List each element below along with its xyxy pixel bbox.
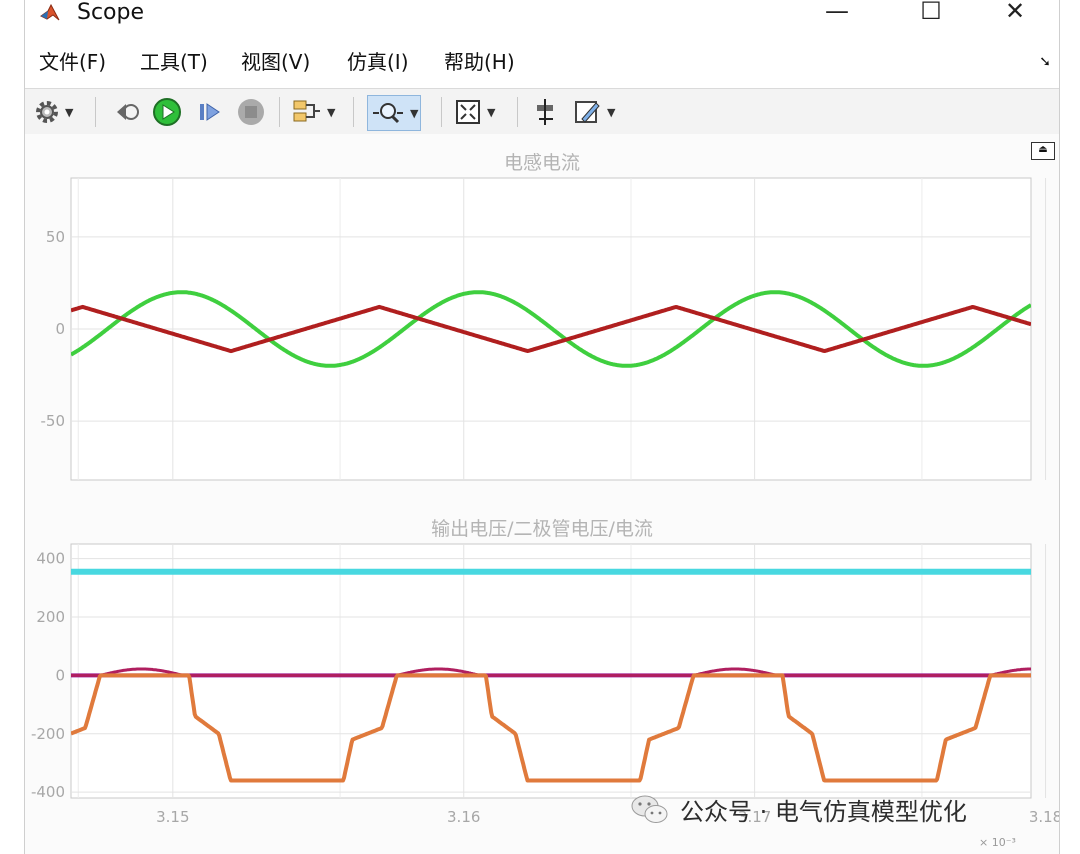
chevron-down-icon[interactable]: ▼ [65,106,73,119]
y-tick-label: -400 [31,783,65,801]
zoom-button[interactable]: ▼ [367,95,422,131]
step-forward-icon [200,103,220,121]
y-tick-label: 400 [36,550,65,568]
toolbar-divider [279,97,280,127]
menu-simulation[interactable]: 仿真(I) [347,50,409,74]
watermark-text: 公众号 · 电气仿真模型优化 [680,798,967,826]
watermark: 公众号 · 电气仿真模型优化 [630,792,967,827]
step-back-icon [117,104,139,120]
settings-button[interactable]: ▼ [33,95,73,129]
chevron-down-icon[interactable]: ▼ [410,107,418,120]
run-button[interactable] [151,95,183,129]
dock-arrow-icon[interactable]: ➘ [1039,54,1051,70]
step-back-button[interactable] [111,95,141,129]
toolbar-divider [353,97,354,127]
zoom-icon [373,103,403,124]
y-tick-label: -200 [31,725,65,743]
stop-button[interactable] [235,95,267,129]
scale-axes-button[interactable]: ▼ [453,95,495,129]
maximize-button[interactable]: ☐ [911,0,951,26]
close-button[interactable]: ✕ [995,0,1035,26]
window-title: Scope [77,0,145,25]
plot-area: ⏏ 电感电流 输出电压/二极管电压/电流 50 0 -50 400 200 0 -200-… [25,134,1059,854]
scope-plots: 500-50 4002000-200-4003.15 3.16 3.17 3.18 [31,177,1059,826]
title-bar: Scope — ☐ ✕ [25,0,1059,30]
signal-tracing-button[interactable]: ▼ [291,95,335,129]
top-axes[interactable]: 50 0 -50 [41,177,1047,481]
chevron-down-icon[interactable]: ▼ [327,106,335,119]
run-icon [153,98,181,126]
y-tick-label: 200 [36,608,65,626]
menu-help[interactable]: 帮助(H) [444,50,515,74]
menu-bar: 文件(F) 工具(T) 视图(V) 仿真(I) 帮助(H) ➘ [25,44,1059,80]
bottom-axes[interactable]: 4002000-200-4003.15 3.16 3.17 3.18 [31,543,1059,826]
y-tick-label: 50 [46,228,65,246]
style-button[interactable]: ▼ [573,95,615,129]
y-tick-label: -50 [41,412,66,430]
menu-file[interactable]: 文件(F) [39,50,106,74]
step-forward-button[interactable] [195,95,225,129]
toolbar-divider [95,97,96,127]
scale-axes-icon [456,100,480,124]
toolbar-divider [517,97,518,127]
chevron-down-icon[interactable]: ▼ [607,106,615,119]
toolbar: ▼ ▼ ▼ ▼ ▼ [25,88,1059,136]
matlab-logo-icon [40,3,60,21]
minimize-button[interactable]: — [817,0,857,26]
y-tick-label: 0 [55,666,65,684]
stop-icon [238,99,264,125]
wechat-icon [631,795,668,823]
y-tick-label: 0 [55,320,65,338]
menu-view[interactable]: 视图(V) [241,50,310,74]
toolbar-divider [441,97,442,127]
gear-icon [36,101,58,123]
axes-box [70,543,1032,799]
style-icon [575,101,600,123]
signal-tracing-icon [293,100,320,122]
menu-tools[interactable]: 工具(T) [140,50,208,74]
chevron-down-icon[interactable]: ▼ [487,106,495,119]
cursor-measurements-button[interactable] [531,95,561,129]
x-tick-label: 3.18 [1029,808,1059,826]
x-multiplier: × 10⁻³ [979,836,1016,849]
scope-window: Scope — ☐ ✕ 文件(F) 工具(T) 视图(V) 仿真(I) 帮助(H… [24,0,1060,854]
x-tick-label: 3.15 [156,808,189,826]
x-tick-label: 3.16 [447,808,480,826]
cursor-icon [537,99,553,125]
